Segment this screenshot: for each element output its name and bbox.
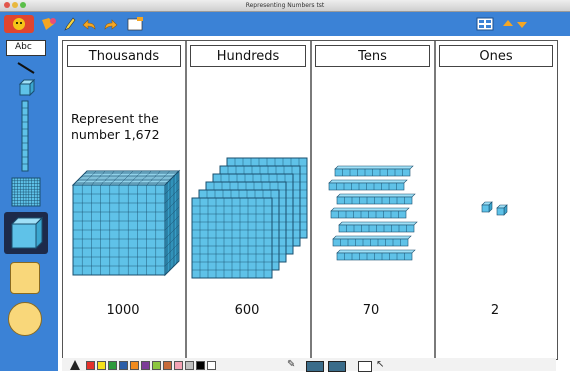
hundred-flat-tool[interactable] — [10, 176, 42, 208]
ten-block[interactable] — [329, 207, 411, 219]
pointer-icon[interactable]: ↖ — [376, 359, 384, 370]
column-divider — [310, 41, 312, 359]
ten-block[interactable] — [327, 179, 409, 191]
page-layout-icon[interactable] — [476, 16, 494, 32]
color-swatch[interactable] — [196, 361, 205, 370]
thousand-block[interactable] — [71, 169, 181, 277]
thousand-cube-icon — [10, 216, 44, 250]
toolbar — [0, 12, 570, 36]
color-swatch[interactable] — [141, 361, 150, 370]
instruction-line-2: number 1,672 — [71, 127, 160, 142]
ten-block[interactable] — [335, 193, 417, 205]
line-tool[interactable] — [14, 60, 40, 74]
ten-block[interactable] — [337, 221, 419, 233]
color-palette: ✎ ↖ — [62, 358, 556, 372]
ten-block[interactable] — [333, 165, 415, 177]
unit-cube-icon — [18, 78, 36, 97]
text-label-tool[interactable]: Abc — [6, 40, 46, 56]
color-swatch[interactable] — [163, 361, 172, 370]
grid-icon[interactable] — [358, 361, 372, 372]
new-page-icon[interactable] — [126, 16, 144, 32]
column-header-ones: Ones — [439, 45, 553, 67]
hundred-block[interactable] — [191, 197, 273, 279]
value-thousands: 1000 — [106, 303, 140, 318]
column-header-tens: Tens — [315, 45, 430, 67]
block-group-alt-icon[interactable] — [328, 361, 346, 372]
value-hundreds: 600 — [234, 303, 260, 318]
color-swatch[interactable] — [108, 361, 117, 370]
color-swatch[interactable] — [174, 361, 183, 370]
color-swatch[interactable] — [207, 361, 216, 370]
redo-icon[interactable] — [102, 16, 120, 32]
column-divider — [434, 41, 436, 359]
hundred-flat-icon — [11, 177, 41, 207]
thousand-cube-tool[interactable] — [4, 212, 48, 254]
title-bar: Representing Numbers tst — [0, 0, 570, 12]
tool-sidebar: Abc — [0, 36, 58, 371]
triangle-icon[interactable] — [70, 360, 80, 370]
text-label-tool-label: Abc — [15, 42, 32, 52]
line-icon — [17, 62, 35, 74]
value-tens: 70 — [362, 303, 380, 318]
pencil-icon[interactable] — [62, 16, 76, 32]
instruction-line-1: Represent the — [71, 111, 159, 126]
unit-cube-tool[interactable] — [16, 77, 36, 97]
instruction-text: Represent the number 1,672 — [71, 111, 181, 143]
color-swatch[interactable] — [185, 361, 194, 370]
unit-block[interactable] — [496, 204, 508, 216]
shapes-icon[interactable] — [40, 16, 58, 32]
ten-block[interactable] — [335, 249, 417, 261]
unit-block[interactable] — [481, 201, 493, 213]
window-title: Representing Numbers tst — [245, 2, 325, 9]
rectangle-tool[interactable] — [10, 262, 40, 294]
ten-block[interactable] — [331, 235, 413, 247]
circle-tool[interactable] — [8, 302, 42, 336]
ten-rod-tool[interactable] — [20, 100, 30, 172]
hundreds-blocks — [187, 153, 309, 283]
undo-icon[interactable] — [80, 16, 98, 32]
tens-blocks — [327, 165, 427, 275]
ten-rod-icon — [21, 100, 29, 172]
color-swatch[interactable] — [130, 361, 139, 370]
color-swatch[interactable] — [152, 361, 161, 370]
navigate-arrows-icon[interactable] — [502, 16, 530, 32]
color-swatch[interactable] — [97, 361, 106, 370]
column-header-hundreds: Hundreds — [190, 45, 306, 67]
pen-icon[interactable]: ✎ — [287, 360, 295, 370]
color-swatch[interactable] — [86, 361, 95, 370]
workspace-canvas[interactable]: Thousands Hundreds Tens Ones Represent t… — [62, 40, 558, 360]
value-ones: 2 — [490, 303, 500, 318]
app-logo-icon[interactable] — [4, 15, 34, 33]
color-swatch[interactable] — [119, 361, 128, 370]
block-group-icon[interactable] — [306, 361, 324, 372]
column-header-thousands: Thousands — [67, 45, 181, 67]
